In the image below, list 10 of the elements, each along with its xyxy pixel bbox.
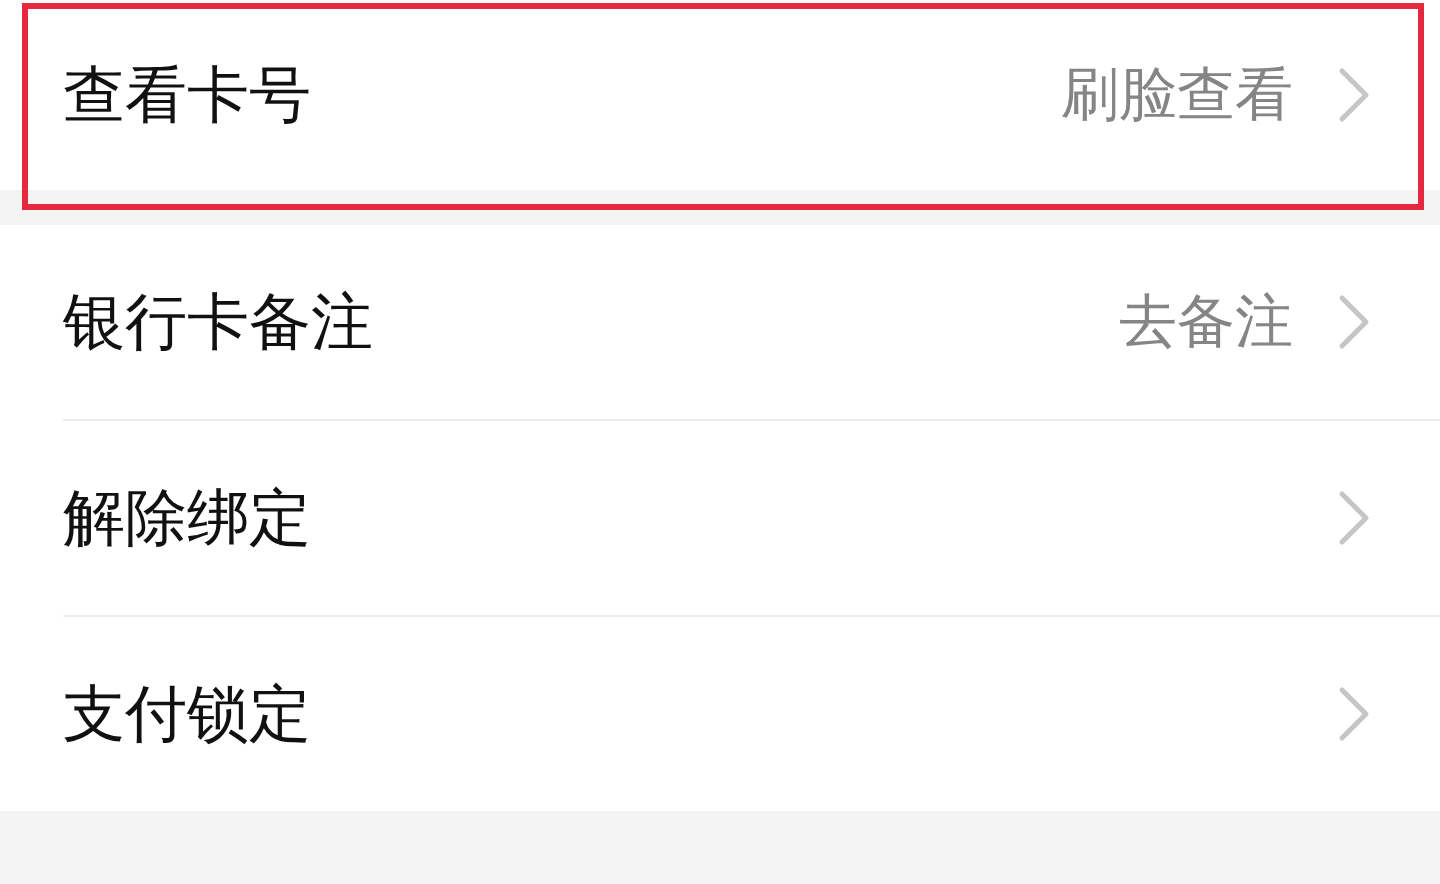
chevron-right-icon [1338,686,1370,742]
chevron-right-icon [1338,294,1370,350]
row-label: 查看卡号 [63,57,311,133]
row-value: 刷脸查看 [1061,60,1293,130]
row-value: 去备注 [1119,287,1293,357]
row-label: 银行卡备注 [63,284,373,360]
chevron-right-icon [1338,67,1370,123]
row-label: 支付锁定 [63,676,311,752]
row-label: 解除绑定 [63,480,311,556]
chevron-right-icon [1338,490,1370,546]
